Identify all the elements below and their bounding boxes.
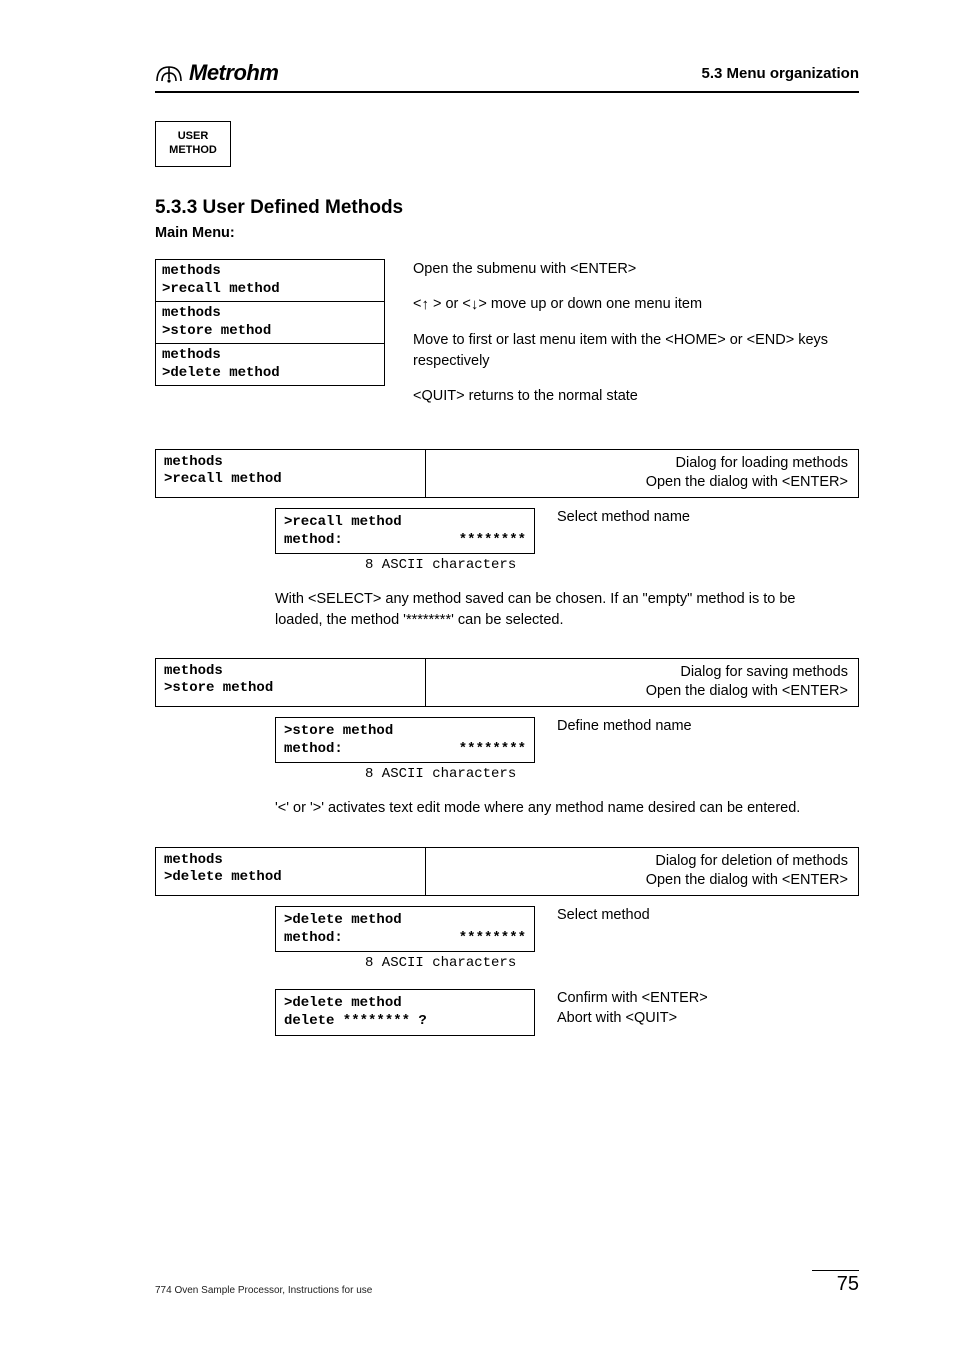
delete-code-box: >delete method method: ******** — [275, 906, 535, 952]
recall-right: Dialog for loading methods Open the dial… — [426, 450, 858, 497]
logo: Metrohm — [155, 60, 278, 86]
key-line1: USER — [178, 130, 209, 144]
delete-desc: Select method — [535, 906, 859, 926]
recall-chars-note: 8 ASCII characters — [365, 557, 859, 573]
recall-paragraph: With <SELECT> any method saved can be ch… — [275, 589, 835, 630]
store-right: Dialog for saving methods Open the dialo… — [426, 659, 858, 706]
nav-instructions: Open the submenu with <ENTER> <↑ > or <↓… — [385, 259, 859, 421]
store-section-row: methods >store method Dialog for saving … — [155, 658, 859, 707]
delete-menu: methods >delete method — [156, 848, 426, 895]
store-menu: methods >store method — [156, 659, 426, 706]
recall-section-row: methods >recall method Dialog for loadin… — [155, 449, 859, 498]
page-footer: 774 Oven Sample Processor, Instructions … — [155, 1270, 859, 1296]
nav-p1: Open the submenu with <ENTER> — [413, 259, 859, 280]
metrohm-icon — [155, 63, 183, 83]
page-header: Metrohm 5.3 Menu organization — [155, 60, 859, 93]
logo-text: Metrohm — [189, 60, 278, 86]
store-chars-note: 8 ASCII characters — [365, 766, 859, 782]
store-code-box: >store method method: ******** — [275, 717, 535, 763]
main-menu-label: Main Menu: — [155, 225, 859, 241]
footer-doc-title: 774 Oven Sample Processor, Instructions … — [155, 1285, 372, 1296]
delete-right: Dialog for deletion of methods Open the … — [426, 848, 858, 895]
page-number: 75 — [812, 1270, 859, 1296]
menu-item-recall: methods >recall method — [156, 260, 384, 302]
arrow-up-icon: ↑ — [421, 294, 429, 316]
nav-p3: Move to first or last menu item with the… — [413, 330, 859, 372]
delete-section-row: methods >delete method Dialog for deleti… — [155, 847, 859, 896]
key-line2: METHOD — [169, 144, 217, 158]
recall-desc: Select method name — [535, 508, 859, 528]
menu-item-delete: methods >delete method — [156, 344, 384, 385]
nav-p4: <QUIT> returns to the normal state — [413, 386, 859, 407]
section-title: 5.3.3 User Defined Methods — [155, 197, 859, 219]
section-header-label: 5.3 Menu organization — [701, 65, 859, 82]
user-method-key: USER METHOD — [155, 121, 231, 167]
recall-code-box: >recall method method: ******** — [275, 508, 535, 554]
nav-p2: <↑ > or <↓> move up or down one menu ite… — [413, 294, 859, 316]
menu-item-store: methods >store method — [156, 302, 384, 344]
store-paragraph: '<' or '>' activates text edit mode wher… — [275, 798, 835, 818]
delete-confirm-desc: Confirm with <ENTER> Abort with <QUIT> — [535, 989, 859, 1028]
recall-menu: methods >recall method — [156, 450, 426, 497]
menu-stack: methods >recall method methods >store me… — [155, 259, 385, 386]
delete-confirm-box: >delete method delete ******** ? — [275, 989, 535, 1035]
store-desc: Define method name — [535, 717, 859, 737]
delete-chars-note: 8 ASCII characters — [365, 955, 859, 971]
